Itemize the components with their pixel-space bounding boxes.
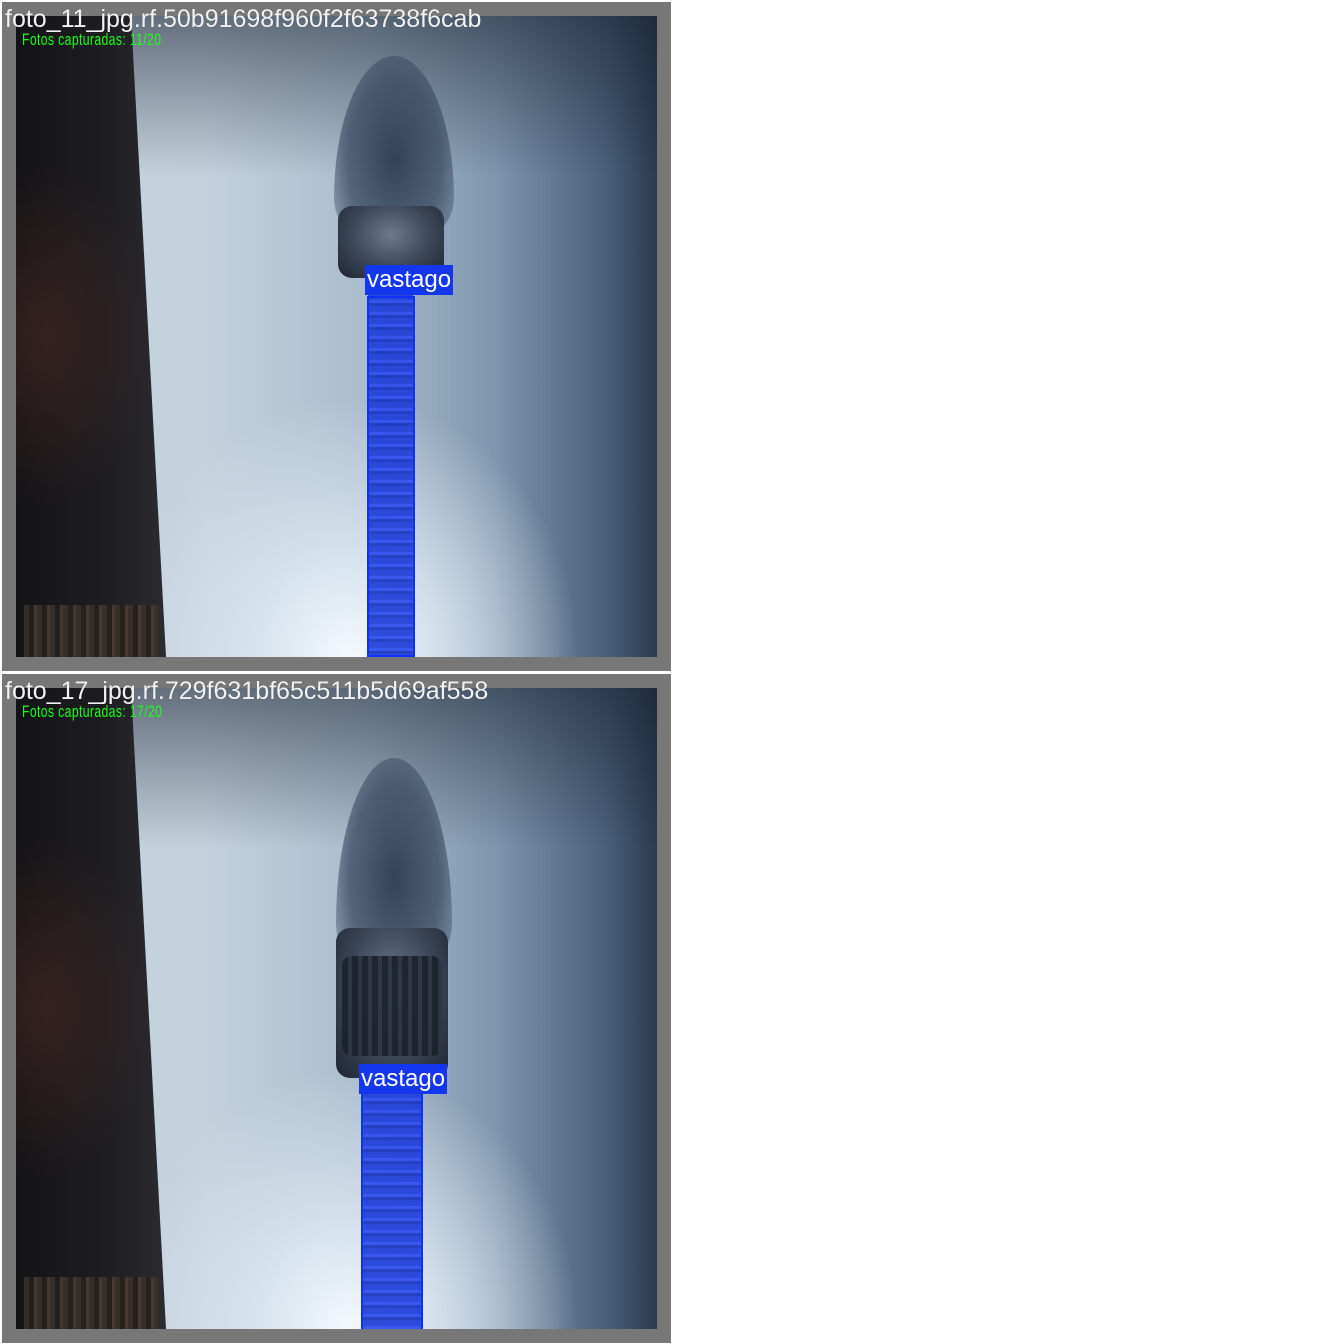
image-tile-1[interactable]: vastago Fotos capturadas: 11/20 foto_11_…	[2, 2, 671, 671]
image-filename: foto_11_jpg.rf.50b91698f960f2f63738f6cab	[5, 5, 482, 33]
detection-label: vastago	[359, 1064, 448, 1094]
detection-label: vastago	[365, 265, 454, 295]
image-tile-2[interactable]: vastago Fotos capturadas: 17/20 foto_17_…	[2, 674, 671, 1343]
bulb-base-threads	[342, 956, 442, 1056]
wood-grain-strip	[24, 605, 159, 657]
photo-1: vastago Fotos capturadas: 11/20	[16, 16, 657, 657]
image-filename: foto_17_jpg.rf.729f631bf65c511b5d69af558	[5, 677, 489, 705]
detection-box	[361, 1082, 423, 1329]
wood-grain-strip	[24, 1277, 159, 1329]
detection-box	[367, 296, 415, 657]
photo-2: vastago Fotos capturadas: 17/20	[16, 688, 657, 1329]
